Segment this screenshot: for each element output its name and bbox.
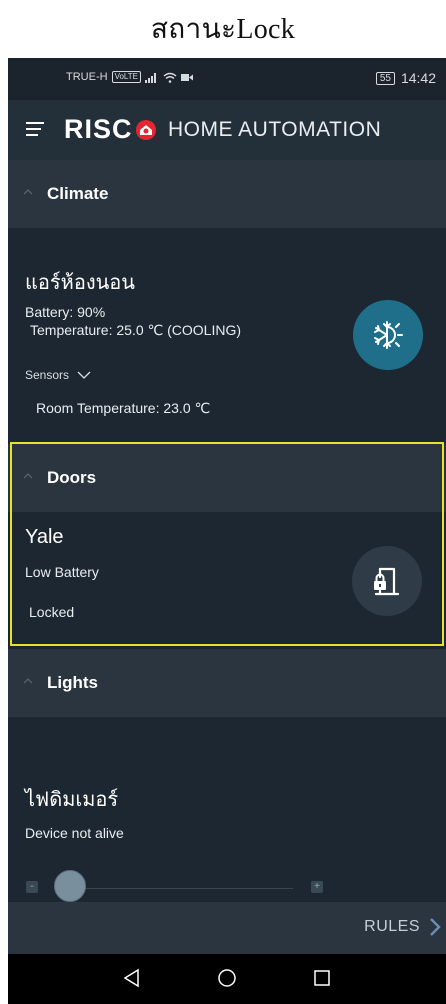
sensors-toggle[interactable]: Sensors	[25, 368, 91, 382]
section-title: Climate	[47, 184, 109, 203]
phone-screen: TRUE-H VoLTE 55 14:42 RISC HOME AUTOMATI…	[8, 58, 446, 1004]
device-name: ไฟดิมเมอร์	[25, 789, 119, 811]
slider-decrease-button[interactable]: -	[26, 881, 38, 893]
snowflake-sun-icon	[374, 321, 403, 349]
status-right: 55 14:42	[375, 70, 436, 86]
door-device-card: Yale Low Battery Locked	[8, 512, 446, 644]
status-bar: TRUE-H VoLTE 55 14:42	[8, 58, 446, 100]
chevron-right-icon[interactable]	[428, 917, 442, 937]
status-left: TRUE-H VoLTE	[66, 71, 193, 83]
battery-icon: 55	[375, 71, 395, 85]
climate-device-card: แอร์ห้องนอน Battery: 90% Temperature: 25…	[8, 228, 446, 442]
logo-text: RISC	[64, 114, 133, 144]
signal-icon	[144, 72, 156, 83]
video-call-icon	[180, 73, 193, 81]
climate-mode-button[interactable]	[353, 300, 423, 370]
section-header-climate[interactable]: Climate	[8, 160, 446, 228]
door-lock-icon	[374, 567, 400, 596]
dimmer-slider-track[interactable]	[68, 888, 293, 889]
app-title: HOME AUTOMATION	[168, 118, 382, 141]
device-name: แอร์ห้องนอน	[25, 272, 135, 294]
section-title: Lights	[47, 673, 98, 692]
back-icon[interactable]	[122, 968, 142, 988]
app-bar: RISC HOME AUTOMATION	[8, 100, 446, 160]
room-temperature: Room Temperature: 23.0 ℃	[36, 400, 211, 416]
image-caption: สถานะLock	[150, 14, 296, 45]
section-title: Doors	[47, 468, 97, 487]
device-temperature: Temperature: 25.0 ℃ (COOLING)	[30, 322, 242, 338]
volte-badge: VoLTE	[111, 71, 141, 83]
lock-state: Locked	[29, 604, 75, 620]
chevron-up-icon	[23, 678, 33, 684]
device-battery: Battery: 90%	[25, 304, 106, 320]
chevron-down-icon	[77, 371, 91, 379]
section-header-doors[interactable]: Doors	[8, 444, 446, 512]
risco-logo: RISC	[64, 114, 158, 145]
chevron-up-icon	[23, 473, 33, 479]
door-lock-button[interactable]	[352, 546, 422, 616]
clock: 14:42	[400, 70, 436, 86]
rules-link[interactable]: RULES	[364, 918, 420, 936]
device-battery: Low Battery	[25, 564, 99, 580]
device-name: Yale	[25, 526, 64, 548]
wifi-icon	[163, 72, 177, 83]
carrier-label: TRUE-H	[66, 71, 108, 83]
dimmer-slider-handle[interactable]	[54, 870, 86, 902]
sensors-label: Sensors	[25, 368, 70, 382]
slider-increase-button[interactable]: +	[311, 881, 323, 893]
home-icon[interactable]	[217, 968, 237, 988]
bottom-bar: RULES	[8, 902, 446, 954]
risco-logo-mark-icon	[135, 119, 156, 140]
chevron-up-icon	[23, 189, 33, 195]
recents-icon[interactable]	[312, 968, 332, 988]
section-header-lights[interactable]: Lights	[8, 649, 446, 717]
system-nav-bar	[8, 954, 446, 1004]
device-status: Device not alive	[25, 825, 124, 841]
menu-icon[interactable]	[26, 122, 44, 136]
